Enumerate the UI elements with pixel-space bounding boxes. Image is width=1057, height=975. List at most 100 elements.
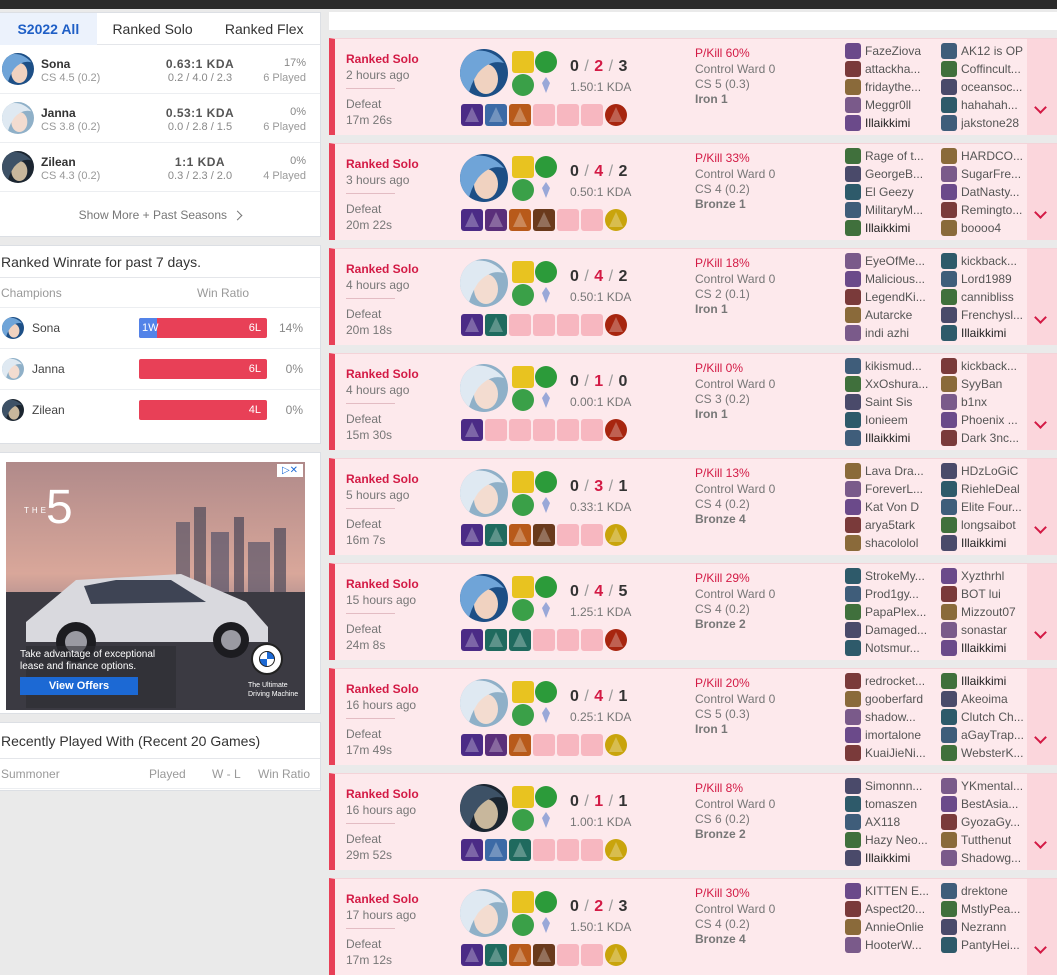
player-entry[interactable]: fridaythe... [845,78,937,96]
player-entry[interactable]: kickback... [941,357,1033,375]
player-entry[interactable]: Illaikkimi [941,324,1033,342]
match-card[interactable]: Ranked Solo 2 hours ago Defeat 17m 26s 0 / 2… [329,38,1057,135]
player-entry[interactable]: Shadowg... [941,849,1033,867]
expand-button[interactable] [1027,39,1057,135]
match-card[interactable]: Ranked Solo 5 hours ago Defeat 16m 7s 0 / 3 … [329,458,1057,555]
match-card[interactable]: Ranked Solo 4 hours ago Defeat 15m 30s 0 / 1… [329,353,1057,450]
player-entry[interactable]: Meggr0ll [845,96,937,114]
player-entry[interactable]: Rage of t... [845,147,937,165]
player-entry[interactable]: Dark 3nc... [941,429,1033,447]
champion-icon[interactable] [460,154,508,202]
expand-button[interactable] [1027,669,1057,765]
show-more-button[interactable]: Show More + Past Seasons [0,192,320,239]
tab-ranked-solo[interactable]: Ranked Solo [97,13,209,45]
player-entry[interactable]: YKmental... [941,777,1033,795]
player-entry[interactable]: Hazy Neo... [845,831,937,849]
player-entry[interactable]: Frenchysl... [941,306,1033,324]
player-entry[interactable]: El Geezy [845,183,937,201]
expand-button[interactable] [1027,144,1057,240]
player-entry[interactable]: jakstone28 [941,114,1033,132]
player-entry[interactable]: Damaged... [845,621,937,639]
champion-row[interactable]: Janna CS 3.8 (0.2) 0.53:1 KDA 0.0 / 2.8 / 1… [0,94,320,143]
bmw-ad[interactable]: THE 5 Take advantage of exceptional leas… [6,462,305,710]
player-entry[interactable]: imortalone [845,726,937,744]
tab-ranked-flex[interactable]: Ranked Flex [208,13,320,45]
player-entry[interactable]: PapaPlex... [845,603,937,621]
champion-icon[interactable] [460,259,508,307]
expand-button[interactable] [1027,249,1057,345]
player-entry[interactable]: Xyzthrhl [941,567,1033,585]
player-entry[interactable]: kickback... [941,252,1033,270]
player-entry[interactable]: Elite Four... [941,498,1033,516]
player-entry[interactable]: AX118 [845,813,937,831]
player-entry[interactable]: Lord1989 [941,270,1033,288]
player-entry[interactable]: KuaiJieNi... [845,744,937,762]
player-entry[interactable]: FazeZiova [845,42,937,60]
player-entry[interactable]: Simonnn... [845,777,937,795]
player-entry[interactable]: b1nx [941,393,1033,411]
player-entry[interactable]: SugarFre... [941,165,1033,183]
player-entry[interactable]: HooterW... [845,936,937,954]
expand-button[interactable] [1027,564,1057,660]
player-entry[interactable]: longsaibot [941,516,1033,534]
player-entry[interactable]: Illaikkimi [845,849,937,867]
player-entry[interactable]: boooo4 [941,219,1033,237]
champion-icon[interactable] [460,679,508,727]
expand-button[interactable] [1027,879,1057,975]
player-entry[interactable]: drektone [941,882,1033,900]
player-entry[interactable]: Phoenix ... [941,411,1033,429]
expand-button[interactable] [1027,459,1057,555]
player-entry[interactable]: Clutch Ch... [941,708,1033,726]
adchoices-icon[interactable]: ▷✕ [277,464,303,477]
player-entry[interactable]: RiehleDeal [941,480,1033,498]
match-card[interactable]: Ranked Solo 16 hours ago Defeat 17m 49s 0 / … [329,668,1057,765]
match-card[interactable]: Ranked Solo 4 hours ago Defeat 20m 18s 0 / 4… [329,248,1057,345]
player-entry[interactable]: XxOshura... [845,375,937,393]
player-entry[interactable]: oceansoc... [941,78,1033,96]
player-entry[interactable]: Remingto... [941,201,1033,219]
champion-icon[interactable] [460,889,508,937]
player-entry[interactable]: Prod1gy... [845,585,937,603]
player-entry[interactable]: BestAsia... [941,795,1033,813]
champion-icon[interactable] [460,364,508,412]
champion-row[interactable]: Sona CS 4.5 (0.2) 0.63:1 KDA 0.2 / 4.0 / 2.… [0,45,320,94]
player-entry[interactable]: ForeverL... [845,480,937,498]
player-entry[interactable]: WebsterK... [941,744,1033,762]
player-entry[interactable]: Illaikkimi [845,429,937,447]
player-entry[interactable]: Lava Dra... [845,462,937,480]
player-entry[interactable]: cannibliss [941,288,1033,306]
player-entry[interactable]: Mizzout07 [941,603,1033,621]
player-entry[interactable]: HDzLoGiC [941,462,1033,480]
player-entry[interactable]: EyeOfMe... [845,252,937,270]
expand-button[interactable] [1027,774,1057,870]
player-entry[interactable]: Ionieem [845,411,937,429]
player-entry[interactable]: kikismud... [845,357,937,375]
player-entry[interactable]: AnnieOnlie [845,918,937,936]
player-entry[interactable]: Kat Von D [845,498,937,516]
player-entry[interactable]: PantyHei... [941,936,1033,954]
player-entry[interactable]: MilitaryM... [845,201,937,219]
player-entry[interactable]: attackha... [845,60,937,78]
champion-row[interactable]: Zilean CS 4.3 (0.2) 1:1 KDA 0.3 / 2.3 / 2.0… [0,143,320,192]
player-entry[interactable]: aGayTrap... [941,726,1033,744]
player-entry[interactable]: DatNasty... [941,183,1033,201]
player-entry[interactable]: tomaszen [845,795,937,813]
player-entry[interactable]: gooberfard [845,690,937,708]
player-entry[interactable]: HARDCO... [941,147,1033,165]
player-entry[interactable]: Nezrann [941,918,1033,936]
player-entry[interactable]: Aspect20... [845,900,937,918]
player-entry[interactable]: redrocket... [845,672,937,690]
player-entry[interactable]: indi azhi [845,324,937,342]
expand-button[interactable] [1027,354,1057,450]
player-entry[interactable]: hahahah... [941,96,1033,114]
match-card[interactable]: Ranked Solo 15 hours ago Defeat 24m 8s 0 / 4… [329,563,1057,660]
champion-icon[interactable] [460,469,508,517]
player-entry[interactable]: MstlyPea... [941,900,1033,918]
match-card[interactable]: Ranked Solo 16 hours ago Defeat 29m 52s 0 / … [329,773,1057,870]
player-entry[interactable]: Tutthenut [941,831,1033,849]
player-entry[interactable]: Akeoima [941,690,1033,708]
player-entry[interactable]: KITTEN E... [845,882,937,900]
player-entry[interactable]: GyozaGy... [941,813,1033,831]
player-entry[interactable]: Illaikkimi [845,219,937,237]
player-entry[interactable]: shacololol [845,534,937,552]
